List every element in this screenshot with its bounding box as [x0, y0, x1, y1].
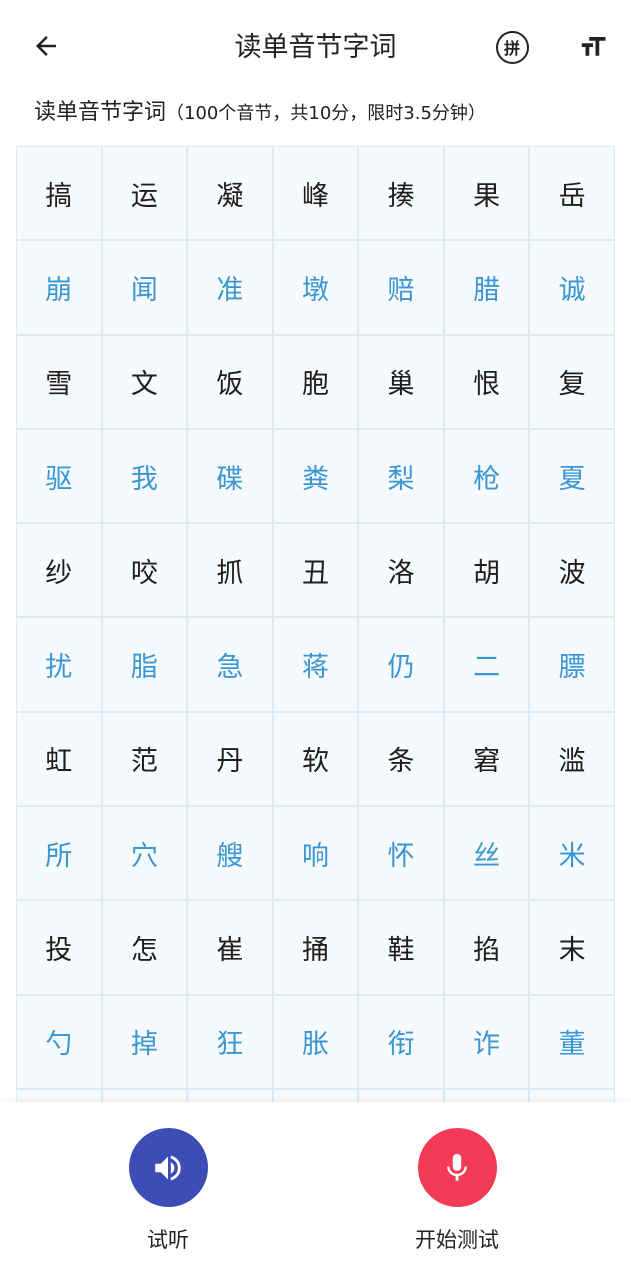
syllable-cell[interactable]: 穴	[100, 805, 189, 902]
syllable-cell[interactable]: 准	[186, 239, 274, 336]
syllable-cell[interactable]: 膘	[528, 616, 615, 713]
text-size-icon	[581, 37, 606, 56]
syllable-cell[interactable]: 米	[528, 805, 615, 902]
syllable-cell[interactable]: 枪	[442, 427, 531, 525]
syllable-cell[interactable]	[528, 1087, 615, 1102]
syllable-cell[interactable]	[16, 1087, 103, 1102]
syllable-cell[interactable]: 蒋	[271, 616, 360, 713]
syllable-cell[interactable]: 墩	[271, 239, 360, 336]
font-size-button[interactable]	[573, 27, 613, 67]
syllable-cell[interactable]: 诚	[528, 239, 615, 336]
pinyin-toggle-button[interactable]: 拼	[492, 27, 532, 67]
syllable-cell[interactable]	[186, 1087, 274, 1102]
bottom-action-bar: 试听 开始测试	[0, 1102, 631, 1280]
syllable-cell[interactable]	[357, 1087, 445, 1102]
syllable-cell[interactable]: 揍	[357, 146, 445, 242]
syllable-cell[interactable]: 赔	[357, 239, 445, 336]
syllable-cell[interactable]: 诈	[442, 993, 531, 1090]
syllable-cell[interactable]: 搞	[16, 146, 103, 242]
syllable-cell[interactable]: 崔	[186, 899, 274, 996]
app-screen: 读单音节字词 拼 读单音节字词（100个音节，共10分，限时3.5分钟） 搞运凝…	[0, 0, 631, 1280]
syllable-cell[interactable]: 胞	[271, 333, 360, 430]
syllable-cell[interactable]: 夏	[528, 427, 615, 525]
syllable-cell[interactable]: 饭	[186, 333, 274, 430]
syllable-cell[interactable]	[442, 1087, 531, 1102]
speaker-icon	[155, 1155, 181, 1180]
syllable-cell[interactable]: 滥	[528, 710, 615, 808]
syllable-cell[interactable]: 条	[357, 710, 445, 808]
syllable-cell[interactable]: 末	[528, 899, 615, 996]
syllable-cell[interactable]: 巢	[357, 333, 445, 430]
syllable-cell[interactable]: 驱	[16, 427, 103, 525]
syllable-cell[interactable]: 掐	[442, 899, 531, 996]
syllable-cell[interactable]: 我	[100, 427, 189, 525]
syllable-cell[interactable]: 投	[16, 899, 103, 996]
syllable-cell[interactable]: 范	[100, 710, 189, 808]
syllable-cell[interactable]: 脂	[100, 616, 189, 713]
syllable-cell[interactable]: 仍	[357, 616, 445, 713]
syllable-cell[interactable]: 碟	[186, 427, 274, 525]
syllable-cell[interactable]	[100, 1087, 189, 1102]
start-test-label: 开始测试	[415, 1228, 499, 1252]
syllable-cell[interactable]: 波	[528, 522, 615, 619]
syllable-cell[interactable]: 腊	[442, 239, 531, 336]
syllable-cell[interactable]: 岳	[528, 146, 615, 242]
syllable-cell[interactable]: 二	[442, 616, 531, 713]
syllable-cell[interactable]: 抓	[186, 522, 274, 619]
listen-action[interactable]: 试听	[88, 1128, 248, 1255]
syllable-cell[interactable]: 怎	[100, 899, 189, 996]
syllable-cell[interactable]: 扰	[16, 616, 103, 713]
syllable-cell[interactable]: 捅	[271, 899, 360, 996]
syllable-cell[interactable]: 衔	[357, 993, 445, 1090]
syllable-cell[interactable]: 掉	[100, 993, 189, 1090]
pinyin-toggle-label: 拼	[503, 39, 520, 58]
syllable-cell[interactable]: 崩	[16, 239, 103, 336]
microphone-icon	[447, 1153, 467, 1181]
syllable-cell[interactable]: 果	[442, 146, 531, 242]
syllable-cell[interactable]: 所	[16, 805, 103, 902]
syllable-cell[interactable]: 鞋	[357, 899, 445, 996]
syllable-cell[interactable]: 董	[528, 993, 615, 1090]
syllable-cell[interactable]: 复	[528, 333, 615, 430]
syllable-cell[interactable]: 凝	[186, 146, 274, 242]
syllable-cell[interactable]: 丑	[271, 522, 360, 619]
section-heading-note: （100个音节，共10分，限时3.5分钟）	[166, 103, 486, 124]
pinyin-toggle-icon: 拼	[495, 30, 529, 64]
syllable-cell[interactable]: 胡	[442, 522, 531, 619]
syllable-cell[interactable]: 狂	[186, 993, 274, 1090]
syllable-cell[interactable]: 运	[100, 146, 189, 242]
top-app-bar: 读单音节字词 拼	[0, 0, 631, 94]
listen-button[interactable]	[128, 1128, 208, 1207]
syllable-cell[interactable]: 怀	[357, 805, 445, 902]
syllable-grid-scroll[interactable]: 搞运凝峰揍果岳崩闻准墩赔腊诚雪文饭胞巢恨复驱我碟粪梨枪夏纱咬抓丑洛胡波扰脂急蒋仍…	[16, 146, 615, 1102]
page-title: 读单音节字词	[234, 32, 397, 63]
syllable-cell[interactable]: 闻	[100, 239, 189, 336]
syllable-cell[interactable]: 急	[186, 616, 274, 713]
start-test-button[interactable]	[417, 1128, 497, 1207]
syllable-cell[interactable]: 恨	[442, 333, 531, 430]
syllable-grid: 搞运凝峰揍果岳崩闻准墩赔腊诚雪文饭胞巢恨复驱我碟粪梨枪夏纱咬抓丑洛胡波扰脂急蒋仍…	[16, 146, 615, 1102]
listen-label: 试听	[147, 1228, 189, 1252]
section-heading-title: 读单音节字词	[34, 100, 167, 125]
syllable-cell[interactable]: 洛	[357, 522, 445, 619]
syllable-cell[interactable]: 响	[271, 805, 360, 902]
syllable-cell[interactable]: 虹	[16, 710, 103, 808]
syllable-cell[interactable]: 峰	[271, 146, 360, 242]
syllable-cell[interactable]: 胀	[271, 993, 360, 1090]
syllable-cell[interactable]: 梨	[357, 427, 445, 525]
syllable-cell[interactable]: 软	[271, 710, 360, 808]
start-test-action[interactable]: 开始测试	[377, 1128, 537, 1255]
syllable-cell[interactable]: 咬	[100, 522, 189, 619]
syllable-cell[interactable]: 勺	[16, 993, 103, 1090]
syllable-cell[interactable]: 窘	[442, 710, 531, 808]
section-heading: 读单音节字词（100个音节，共10分，限时3.5分钟）	[34, 96, 621, 131]
syllable-cell[interactable]: 粪	[271, 427, 360, 525]
syllable-cell[interactable]: 文	[100, 333, 189, 430]
syllable-cell[interactable]: 雪	[16, 333, 103, 430]
syllable-cell[interactable]: 丹	[186, 710, 274, 808]
syllable-cell[interactable]: 纱	[16, 522, 103, 619]
syllable-cell[interactable]	[271, 1087, 360, 1102]
syllable-cell[interactable]: 艘	[186, 805, 274, 902]
syllable-cell[interactable]: 丝	[442, 805, 531, 902]
